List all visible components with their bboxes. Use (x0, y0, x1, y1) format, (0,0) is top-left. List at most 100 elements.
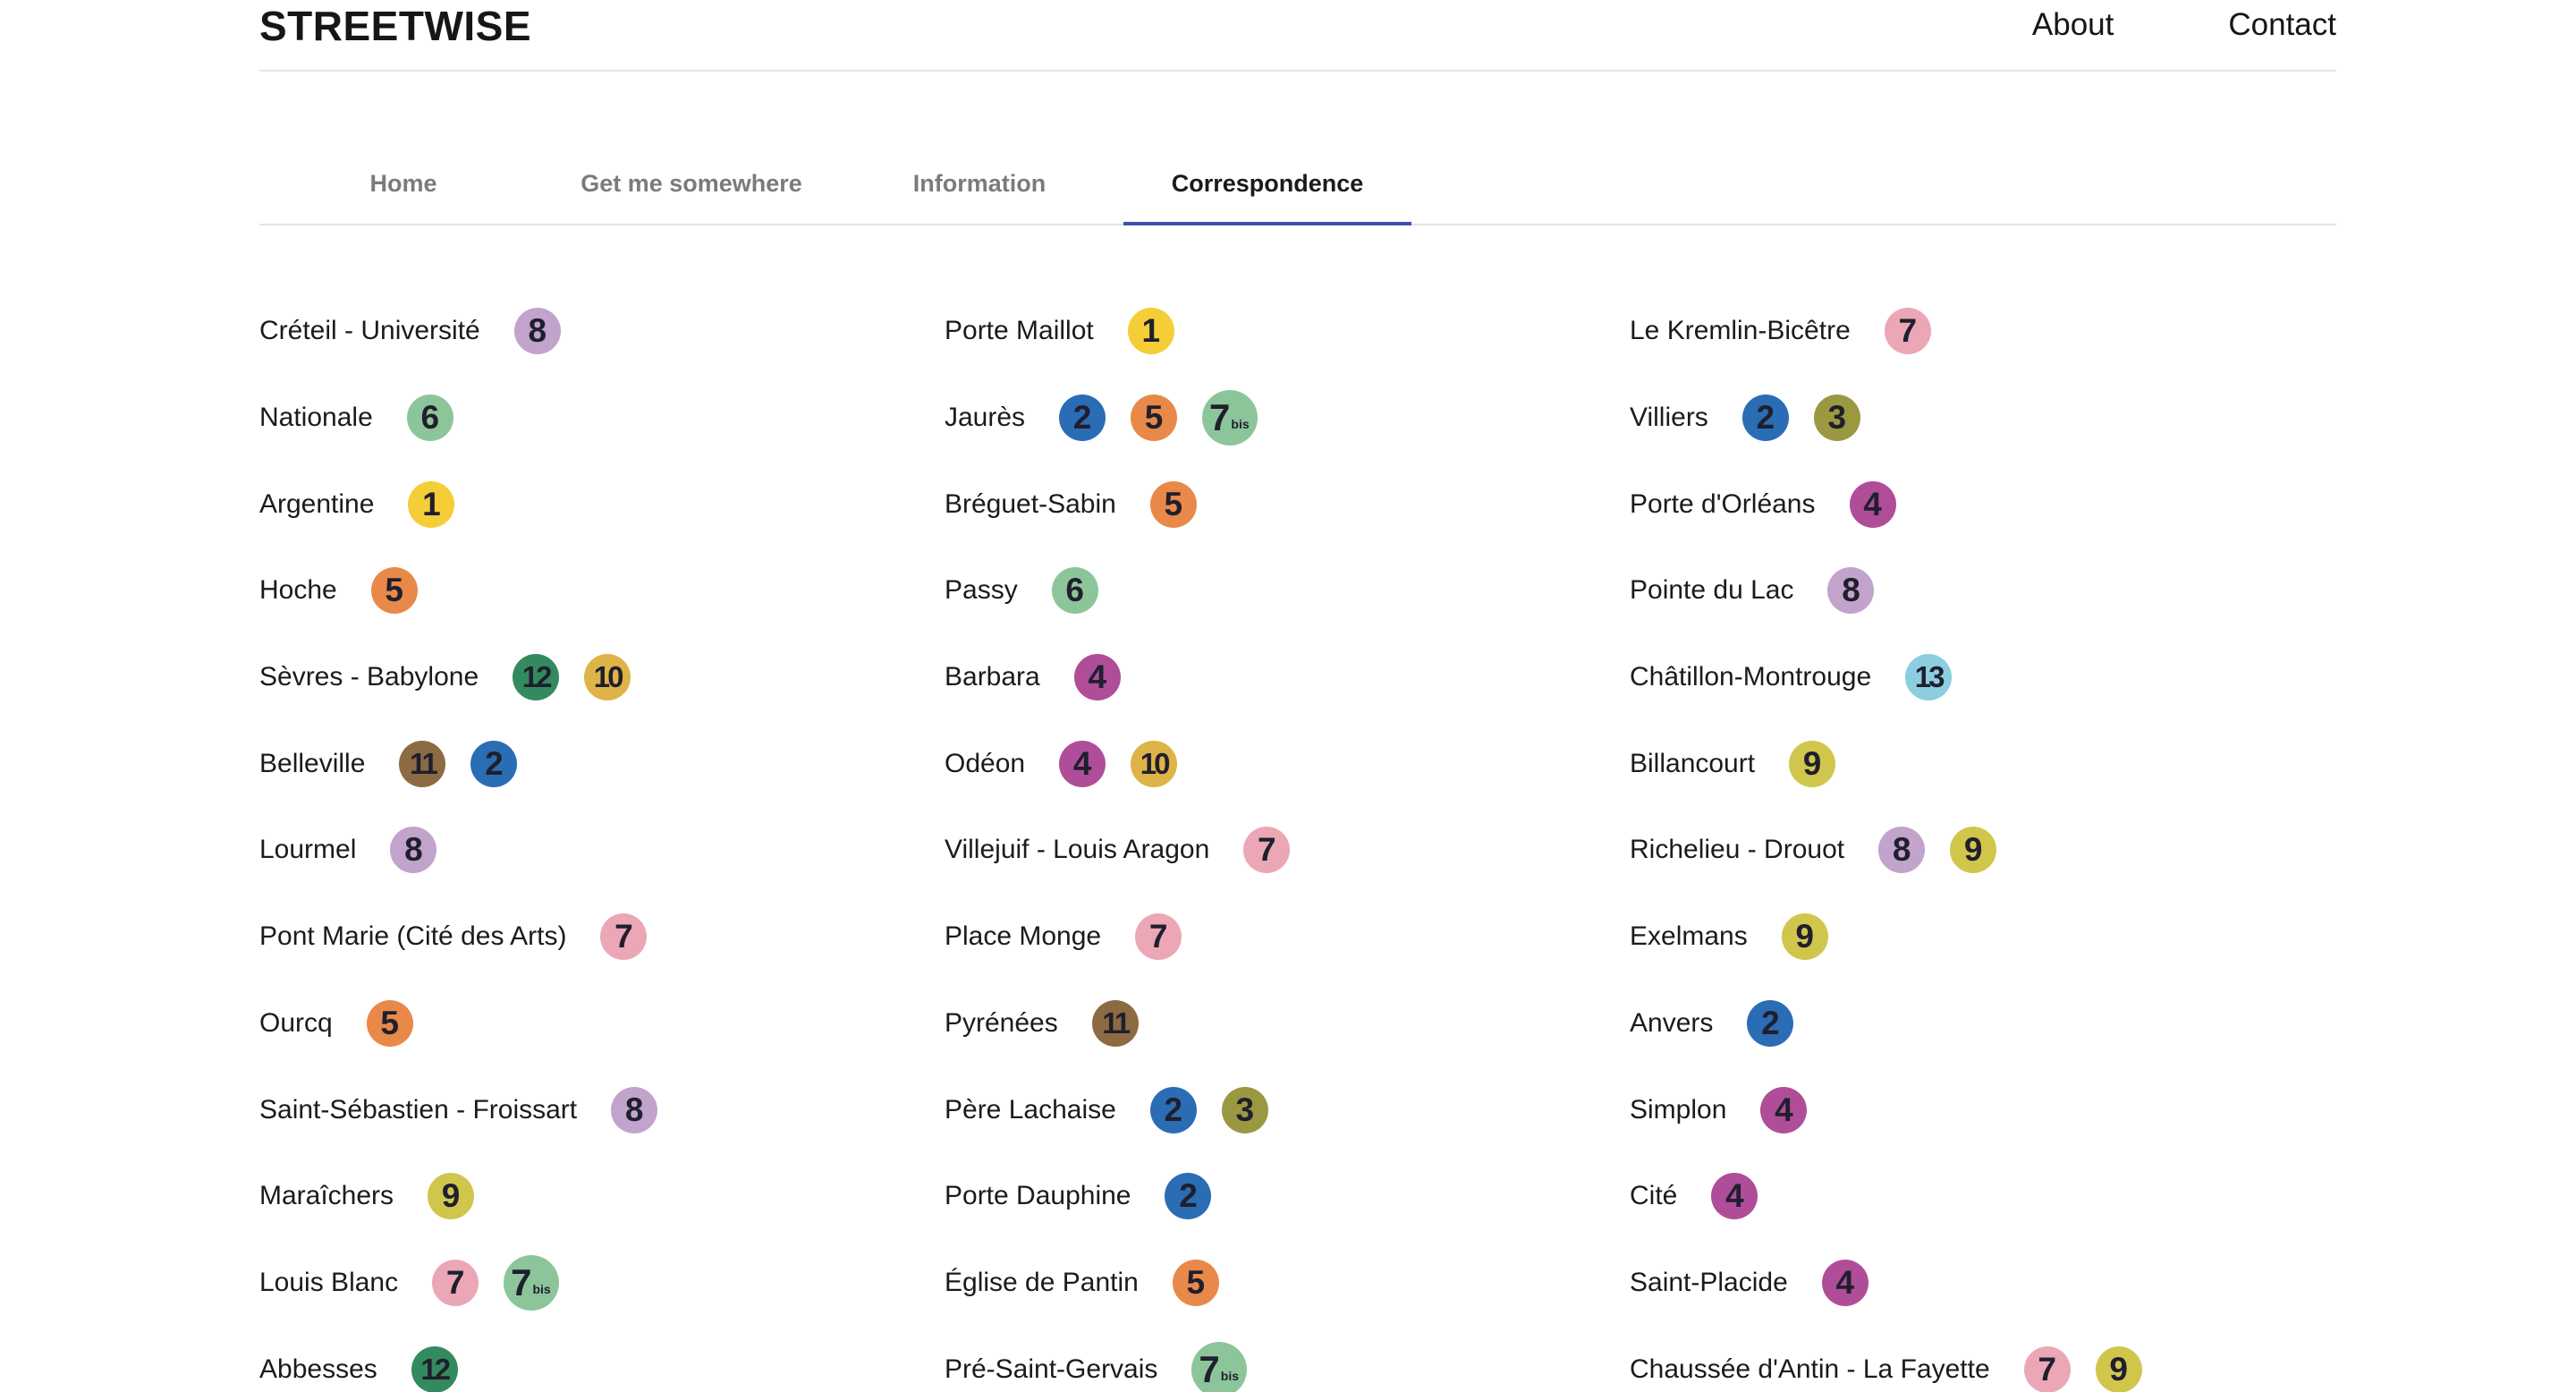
station-row[interactable]: Abbesses 12 (259, 1326, 939, 1392)
metro-line-7-badge[interactable]: 7 (1135, 913, 1182, 961)
metro-line-12-badge[interactable]: 12 (411, 1345, 458, 1392)
station-row[interactable]: Châtillon-Montrouge 13 (1630, 634, 2309, 721)
station-row[interactable]: Pyrénées 11 (945, 980, 1624, 1067)
metro-line-8-badge[interactable]: 8 (1878, 827, 1926, 874)
metro-line-3-badge[interactable]: 3 (1221, 1086, 1268, 1133)
tab-information[interactable]: Information (835, 143, 1123, 224)
station-name: Pré-Saint-Gervais (945, 1354, 1158, 1384)
station-row[interactable]: Pointe du Lac 8 (1630, 547, 2309, 634)
station-row[interactable]: Saint-Placide 4 (1630, 1240, 2309, 1327)
metro-line-7-badge[interactable]: 7 (1884, 308, 1931, 355)
metro-line-9-badge[interactable]: 9 (1789, 740, 1836, 787)
station-row[interactable]: Place Monge 7 (945, 894, 1624, 980)
metro-line-5-badge[interactable]: 5 (1131, 395, 1178, 442)
nav-about-link[interactable]: About (2032, 7, 2114, 43)
tab-get-me-somewhere[interactable]: Get me somewhere (547, 143, 835, 224)
metro-line-1-badge[interactable]: 1 (1127, 308, 1174, 355)
station-row[interactable]: Billancourt 9 (1630, 720, 2309, 807)
metro-line-2-badge[interactable]: 2 (1747, 999, 1794, 1047)
station-row[interactable]: Anvers 2 (1630, 980, 2309, 1067)
metro-line-10-badge[interactable]: 10 (1131, 740, 1178, 787)
station-name: Billancourt (1630, 748, 1756, 778)
station-row[interactable]: Pont Marie (Cité des Arts) 7 (259, 894, 939, 980)
station-row[interactable]: Église de Pantin 5 (945, 1240, 1624, 1327)
station-row[interactable]: Saint-Sébastien - Froissart 8 (259, 1066, 939, 1153)
metro-line-7bis-badge[interactable]: 7 bis (504, 1254, 560, 1311)
metro-line-10-badge[interactable]: 10 (584, 654, 631, 701)
brand-logo[interactable]: STREETWISE (259, 2, 531, 50)
metro-line-2-badge[interactable]: 2 (1741, 395, 1789, 442)
metro-line-6-badge[interactable]: 6 (1051, 567, 1098, 615)
station-row[interactable]: Exelmans 9 (1630, 894, 2309, 980)
station-row[interactable]: Louis Blanc 7 7 bis (259, 1240, 939, 1327)
metro-line-5-badge[interactable]: 5 (370, 567, 418, 615)
station-row[interactable]: Jaurès 2 5 7 bis (945, 375, 1624, 462)
tab-correspondence[interactable]: Correspondence (1123, 143, 1411, 225)
metro-line-7-badge[interactable]: 7 (2023, 1345, 2071, 1392)
station-row[interactable]: Simplon 4 (1630, 1066, 2309, 1153)
metro-line-5-badge[interactable]: 5 (1149, 480, 1197, 528)
metro-line-3-badge[interactable]: 3 (1813, 395, 1860, 442)
metro-line-9-badge[interactable]: 9 (2095, 1345, 2142, 1392)
metro-line-2-badge[interactable]: 2 (1059, 395, 1106, 442)
station-name: Place Monge (945, 921, 1102, 952)
metro-line-7-badge[interactable]: 7 (432, 1259, 479, 1306)
metro-line-5-badge[interactable]: 5 (366, 999, 413, 1047)
station-row[interactable]: Hoche 5 (259, 547, 939, 634)
metro-line-8-badge[interactable]: 8 (611, 1086, 658, 1133)
metro-line-9-badge[interactable]: 9 (1781, 913, 1828, 961)
station-row[interactable]: Pré-Saint-Gervais 7 bis (945, 1326, 1624, 1392)
station-name: Richelieu - Drouot (1630, 835, 1845, 865)
station-row[interactable]: Villiers 2 3 (1630, 375, 2309, 462)
metro-line-8-badge[interactable]: 8 (513, 308, 561, 355)
station-row[interactable]: Richelieu - Drouot 8 9 (1630, 807, 2309, 894)
metro-line-8-badge[interactable]: 8 (1827, 567, 1875, 615)
station-row[interactable]: Sèvres - Babylone 12 10 (259, 634, 939, 721)
station-row[interactable]: Le Kremlin-Bicêtre 7 (1630, 288, 2309, 375)
station-row[interactable]: Nationale 6 (259, 375, 939, 462)
metro-line-9-badge[interactable]: 9 (428, 1173, 475, 1220)
station-row[interactable]: Porte Maillot 1 (945, 288, 1624, 375)
station-row[interactable]: Porte d'Orléans 4 (1630, 461, 2309, 547)
station-name: Châtillon-Montrouge (1630, 662, 1872, 692)
station-row[interactable]: Maraîchers 9 (259, 1153, 939, 1240)
tab-home[interactable]: Home (259, 143, 547, 224)
station-row[interactable]: Bréguet-Sabin 5 (945, 461, 1624, 547)
station-row[interactable]: Villejuif - Louis Aragon 7 (945, 807, 1624, 894)
metro-line-4-badge[interactable]: 4 (1760, 1086, 1808, 1133)
metro-line-4-badge[interactable]: 4 (1849, 480, 1896, 528)
station-row[interactable]: Odéon 4 10 (945, 720, 1624, 807)
metro-line-9-badge[interactable]: 9 (1950, 827, 1997, 874)
station-row[interactable]: Lourmel 8 (259, 807, 939, 894)
metro-line-5-badge[interactable]: 5 (1172, 1259, 1219, 1306)
station-row[interactable]: Chaussée d'Antin - La Fayette 7 9 (1630, 1326, 2309, 1392)
metro-line-4-badge[interactable]: 4 (1059, 740, 1106, 787)
metro-line-2-badge[interactable]: 2 (1149, 1086, 1197, 1133)
metro-line-4-badge[interactable]: 4 (1073, 654, 1121, 701)
metro-line-12-badge[interactable]: 12 (513, 654, 560, 701)
metro-line-2-badge[interactable]: 2 (1165, 1173, 1212, 1220)
metro-line-13-badge[interactable]: 13 (1905, 654, 1953, 701)
metro-line-8-badge[interactable]: 8 (390, 827, 437, 874)
metro-line-7-badge[interactable]: 7 (600, 913, 648, 961)
metro-line-2-badge[interactable]: 2 (470, 740, 518, 787)
station-row[interactable]: Créteil - Université 8 (259, 288, 939, 375)
station-row[interactable]: Passy 6 (945, 547, 1624, 634)
metro-line-4-badge[interactable]: 4 (1711, 1173, 1758, 1220)
metro-line-6-badge[interactable]: 6 (406, 395, 453, 442)
metro-line-11-badge[interactable]: 11 (399, 740, 446, 787)
station-row[interactable]: Cité 4 (1630, 1153, 2309, 1240)
station-row[interactable]: Belleville 11 2 (259, 720, 939, 807)
station-row[interactable]: Argentine 1 (259, 461, 939, 547)
metro-line-7-badge[interactable]: 7 (1243, 827, 1291, 874)
metro-line-4-badge[interactable]: 4 (1821, 1259, 1868, 1306)
station-row[interactable]: Ourcq 5 (259, 980, 939, 1067)
metro-line-7bis-badge[interactable]: 7 bis (1191, 1341, 1248, 1392)
metro-line-1-badge[interactable]: 1 (408, 480, 455, 528)
station-row[interactable]: Porte Dauphine 2 (945, 1153, 1624, 1240)
metro-line-7bis-badge[interactable]: 7 bis (1202, 390, 1258, 446)
metro-line-11-badge[interactable]: 11 (1091, 999, 1139, 1047)
station-row[interactable]: Père Lachaise 2 3 (945, 1066, 1624, 1153)
station-row[interactable]: Barbara 4 (945, 634, 1624, 721)
nav-contact-link[interactable]: Contact (2228, 7, 2336, 43)
